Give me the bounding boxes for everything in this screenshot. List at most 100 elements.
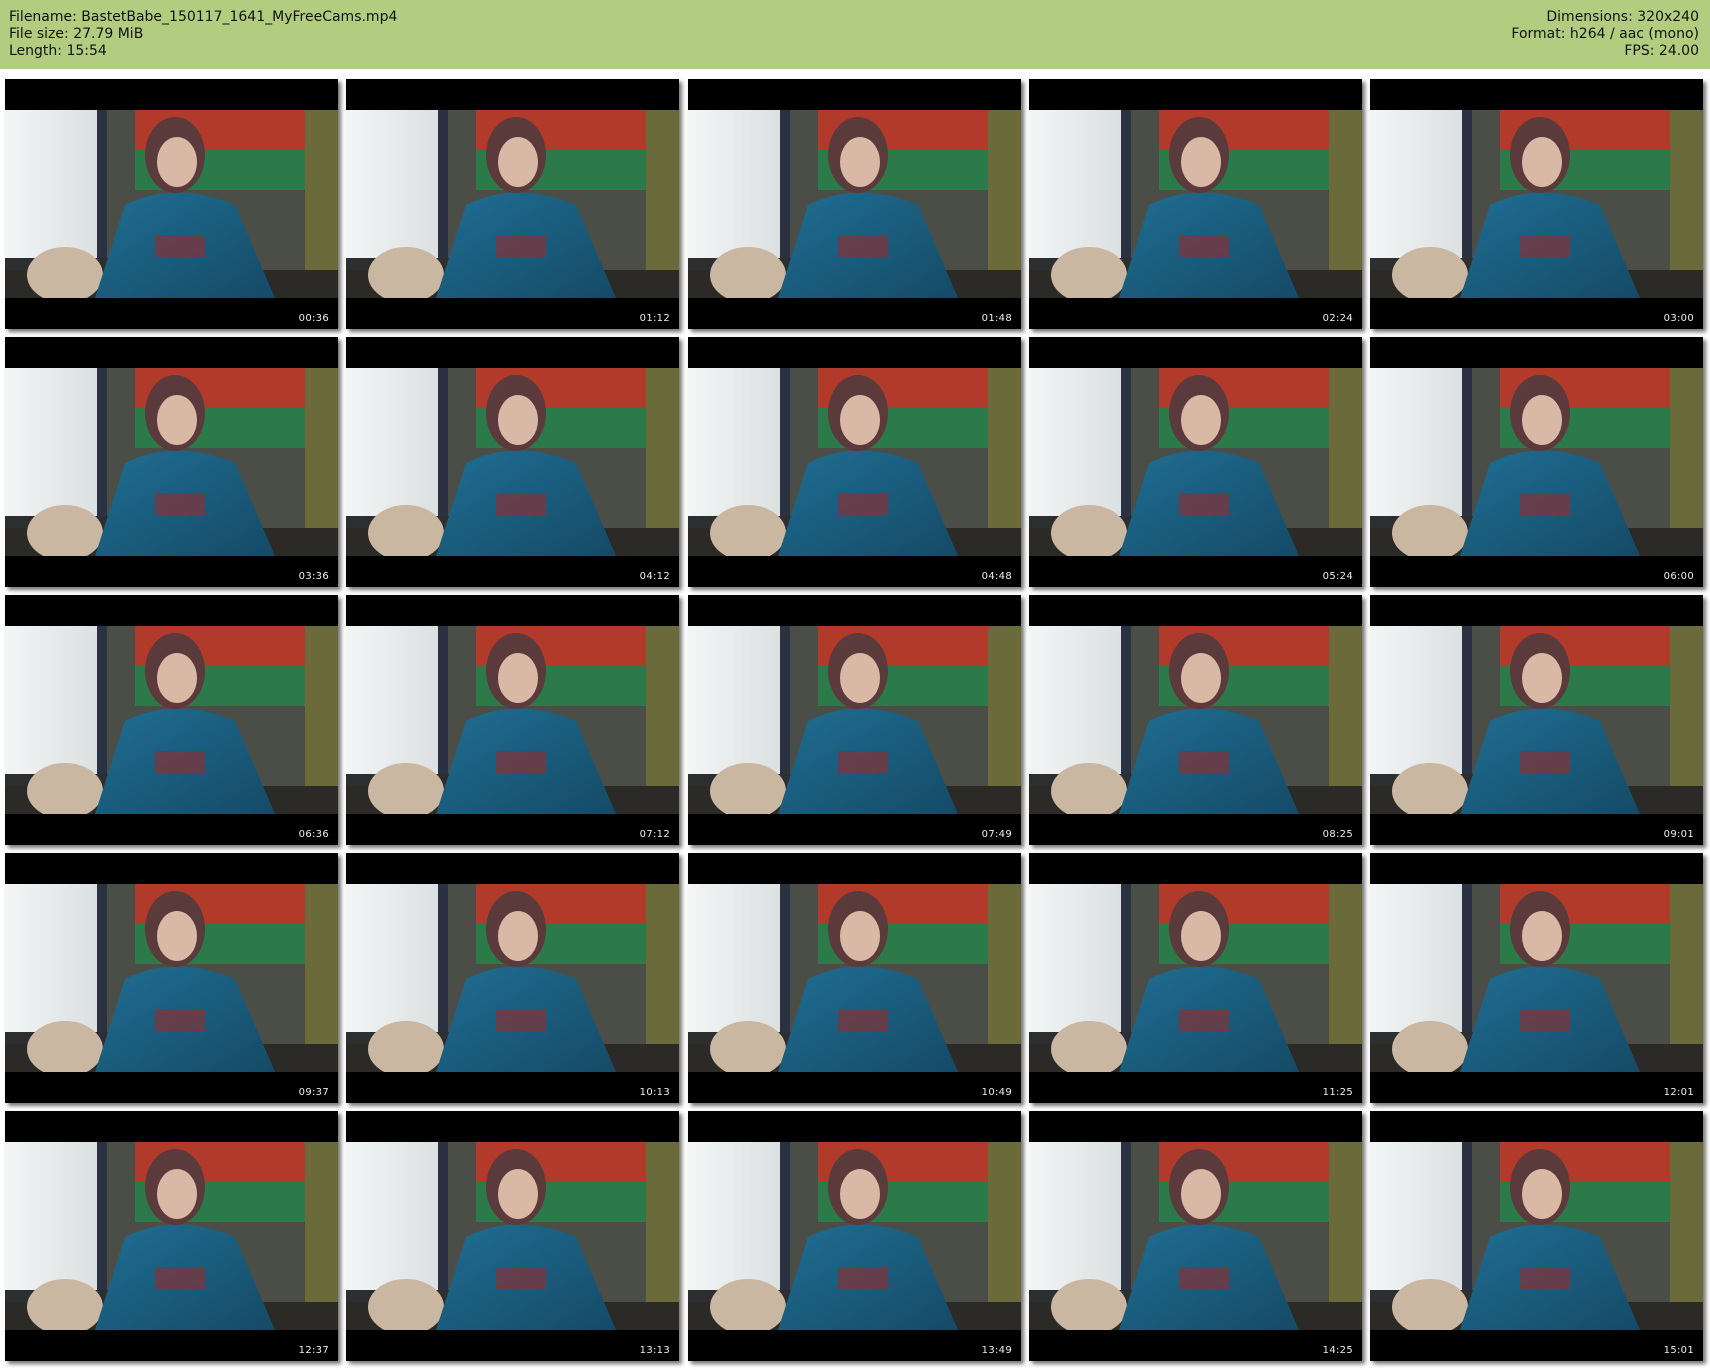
timestamp-label: 04:48 — [981, 571, 1012, 582]
video-thumbnail: 07:49 — [688, 595, 1021, 845]
video-thumbnail: 00:36 — [5, 79, 338, 329]
timestamp-label: 09:37 — [298, 1087, 329, 1098]
frame-image — [1029, 110, 1362, 298]
timestamp-label: 06:00 — [1663, 571, 1694, 582]
video-thumbnail: 12:01 — [1370, 853, 1703, 1103]
frame-image — [5, 884, 338, 1072]
timestamp-label: 01:12 — [639, 313, 670, 324]
frame-scene — [5, 626, 338, 814]
frame-image — [688, 884, 1021, 1072]
frame-image — [688, 1142, 1021, 1330]
frame-scene — [688, 626, 1021, 814]
timestamp-label: 01:48 — [981, 313, 1012, 324]
frame-scene — [1370, 884, 1703, 1072]
frame-scene — [346, 368, 679, 556]
timestamp-label: 06:36 — [298, 829, 329, 840]
timestamp-label: 13:49 — [981, 1345, 1012, 1356]
frame-image — [1370, 110, 1703, 298]
video-thumbnail: 01:48 — [688, 79, 1021, 329]
frame-image — [1370, 1142, 1703, 1330]
frame-image — [346, 1142, 679, 1330]
frame-scene — [5, 110, 338, 298]
frame-image — [1029, 1142, 1362, 1330]
timestamp-label: 12:01 — [1663, 1087, 1694, 1098]
video-thumbnail: 04:12 — [346, 337, 679, 587]
video-thumbnail: 14:25 — [1029, 1111, 1362, 1361]
timestamp-label: 03:00 — [1663, 313, 1694, 324]
frame-image — [1029, 884, 1362, 1072]
frame-scene — [1029, 368, 1362, 556]
timestamp-label: 11:25 — [1322, 1087, 1353, 1098]
frame-image — [688, 110, 1021, 298]
frame-scene — [1029, 110, 1362, 298]
frame-image — [5, 368, 338, 556]
frame-scene — [5, 1142, 338, 1330]
frame-scene — [1029, 626, 1362, 814]
frame-image — [346, 626, 679, 814]
timestamp-label: 03:36 — [298, 571, 329, 582]
frame-image — [1029, 368, 1362, 556]
frame-image — [1370, 368, 1703, 556]
timestamp-label: 12:37 — [298, 1345, 329, 1356]
filesize-text: File size: 27.79 MiB — [9, 26, 144, 42]
filename-text: Filename: BastetBabe_150117_1641_MyFreeC… — [9, 9, 398, 25]
frame-image — [346, 368, 679, 556]
video-thumbnail: 09:37 — [5, 853, 338, 1103]
frame-image — [346, 884, 679, 1072]
frame-scene — [688, 1142, 1021, 1330]
thumbnail-grid: 00:36 01:12 01:48 02:24 03:00 03:36 04:1… — [5, 79, 1707, 1367]
video-thumbnail: 01:12 — [346, 79, 679, 329]
timestamp-label: 07:49 — [981, 829, 1012, 840]
frame-scene — [688, 110, 1021, 298]
video-thumbnail: 07:12 — [346, 595, 679, 845]
frame-scene — [346, 110, 679, 298]
timestamp-label: 07:12 — [639, 829, 670, 840]
frame-scene — [1029, 884, 1362, 1072]
video-thumbnail: 11:25 — [1029, 853, 1362, 1103]
frame-image — [346, 110, 679, 298]
format-text: Format: h264 / aac (mono) — [1511, 26, 1699, 42]
video-thumbnail: 05:24 — [1029, 337, 1362, 587]
timestamp-label: 15:01 — [1663, 1345, 1694, 1356]
frame-scene — [346, 1142, 679, 1330]
file-info-right: Dimensions: 320x240 Format: h264 / aac (… — [1511, 9, 1699, 60]
timestamp-label: 10:13 — [639, 1087, 670, 1098]
frame-image — [1370, 626, 1703, 814]
frame-image — [1029, 626, 1362, 814]
frame-scene — [5, 368, 338, 556]
video-thumbnail: 08:25 — [1029, 595, 1362, 845]
video-thumbnail: 06:36 — [5, 595, 338, 845]
frame-image — [5, 1142, 338, 1330]
frame-scene — [346, 884, 679, 1072]
timestamp-label: 00:36 — [298, 313, 329, 324]
timestamp-label: 10:49 — [981, 1087, 1012, 1098]
video-thumbnail: 02:24 — [1029, 79, 1362, 329]
video-thumbnail: 03:36 — [5, 337, 338, 587]
frame-scene — [1370, 626, 1703, 814]
file-info-left: Filename: BastetBabe_150117_1641_MyFreeC… — [9, 9, 397, 60]
frame-scene — [5, 884, 338, 1072]
video-thumbnail: 03:00 — [1370, 79, 1703, 329]
frame-scene — [688, 368, 1021, 556]
frame-scene — [1370, 1142, 1703, 1330]
frame-image — [688, 626, 1021, 814]
video-thumbnail: 13:49 — [688, 1111, 1021, 1361]
frame-scene — [688, 884, 1021, 1072]
frame-scene — [1029, 1142, 1362, 1330]
frame-image — [5, 626, 338, 814]
length-text: Length: 15:54 — [9, 43, 107, 59]
frame-scene — [1370, 368, 1703, 556]
frame-scene — [1370, 110, 1703, 298]
video-thumbnail: 06:00 — [1370, 337, 1703, 587]
timestamp-label: 09:01 — [1663, 829, 1694, 840]
video-thumbnail: 09:01 — [1370, 595, 1703, 845]
frame-image — [5, 110, 338, 298]
video-thumbnail: 12:37 — [5, 1111, 338, 1361]
frame-image — [1370, 884, 1703, 1072]
timestamp-label: 04:12 — [639, 571, 670, 582]
frame-image — [688, 368, 1021, 556]
info-header: Filename: BastetBabe_150117_1641_MyFreeC… — [0, 0, 1710, 69]
fps-text: FPS: 24.00 — [1624, 43, 1699, 59]
frame-scene — [346, 626, 679, 814]
timestamp-label: 05:24 — [1322, 571, 1353, 582]
